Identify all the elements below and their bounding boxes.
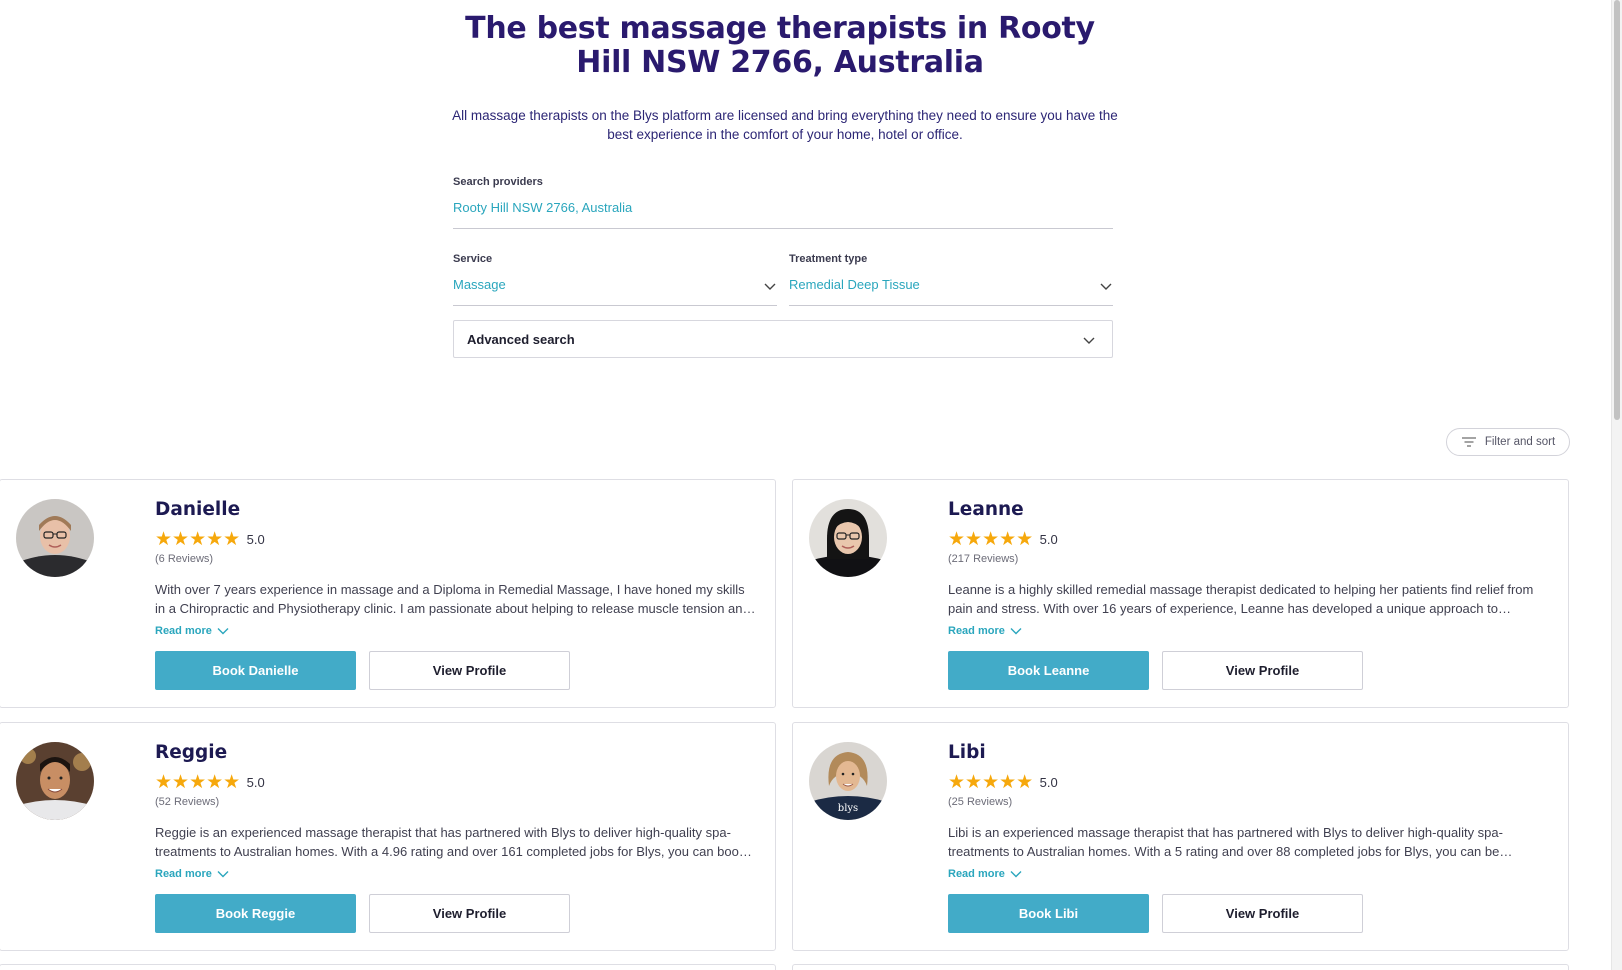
read-more-label: Read more xyxy=(948,625,1005,637)
review-count: (25 Reviews) xyxy=(948,796,1013,808)
page-title: The best massage therapists in Rooty Hil… xyxy=(465,11,1095,80)
scrollbar-thumb[interactable] xyxy=(1614,0,1620,420)
provider-card: blys Libi ★★★★★ 5.0 (25 Reviews) Libi is… xyxy=(792,722,1569,951)
provider-name[interactable]: Reggie xyxy=(155,742,227,763)
star-rating: ★★★★★ 5.0 xyxy=(948,773,1058,792)
rating-value: 5.0 xyxy=(1039,532,1058,547)
read-more-link[interactable]: Read more xyxy=(155,625,229,637)
rating-value: 5.0 xyxy=(246,532,265,547)
chevron-down-icon xyxy=(1083,337,1095,344)
book-button[interactable]: Book Reggie xyxy=(155,894,356,933)
chevron-down-icon[interactable] xyxy=(1099,281,1113,291)
read-more-label: Read more xyxy=(155,625,212,637)
provider-card: Danielle ★★★★★ 5.0 (6 Reviews) With over… xyxy=(0,479,776,708)
book-button[interactable]: Book Leanne xyxy=(948,651,1149,690)
star-icon: ★★★★★ xyxy=(948,772,1034,793)
provider-card-partial xyxy=(0,964,776,970)
provider-description: Libi is an experienced massage therapist… xyxy=(948,825,1503,859)
rating-value: 5.0 xyxy=(246,775,265,790)
read-more-link[interactable]: Read more xyxy=(948,868,1022,880)
star-icon: ★★★★★ xyxy=(155,772,241,793)
star-rating: ★★★★★ 5.0 xyxy=(948,530,1058,549)
provider-card: Reggie ★★★★★ 5.0 (52 Reviews) Reggie is … xyxy=(0,722,776,951)
star-icon: ★★★★★ xyxy=(155,529,241,550)
treatment-type-value[interactable]: Remedial Deep Tissue xyxy=(789,277,1113,297)
avatar[interactable] xyxy=(16,499,94,577)
provider-name[interactable]: Leanne xyxy=(948,499,1024,520)
chevron-down-icon xyxy=(217,871,229,878)
provider-name[interactable]: Libi xyxy=(948,742,986,763)
view-profile-button[interactable]: View Profile xyxy=(369,894,570,933)
view-profile-button[interactable]: View Profile xyxy=(1162,894,1363,933)
rating-value: 5.0 xyxy=(1039,775,1058,790)
read-more-link[interactable]: Read more xyxy=(948,625,1022,637)
book-button[interactable]: Book Libi xyxy=(948,894,1149,933)
review-count: (52 Reviews) xyxy=(155,796,220,808)
provider-description: With over 7 years experience in massage … xyxy=(155,582,750,616)
provider-description: Reggie is an experienced massage therapi… xyxy=(155,825,746,859)
avatar[interactable] xyxy=(809,499,887,577)
avatar[interactable]: blys xyxy=(809,742,887,820)
advanced-search-toggle[interactable]: Advanced search xyxy=(453,320,1113,358)
treatment-type-select[interactable]: Treatment type Remedial Deep Tissue xyxy=(789,253,1113,306)
service-value[interactable]: Massage xyxy=(453,277,777,297)
page-subtitle: All massage therapists on the Blys platf… xyxy=(452,108,1118,142)
advanced-search-label: Advanced search xyxy=(467,332,575,347)
provider-name[interactable]: Danielle xyxy=(155,499,240,520)
provider-card: Leanne ★★★★★ 5.0 (217 Reviews) Leanne is… xyxy=(792,479,1569,708)
search-providers-field[interactable]: Search providers Rooty Hill NSW 2766, Au… xyxy=(453,176,1113,229)
treatment-type-label: Treatment type xyxy=(789,253,868,265)
read-more-label: Read more xyxy=(948,868,1005,880)
read-more-link[interactable]: Read more xyxy=(155,868,229,880)
chevron-down-icon xyxy=(217,628,229,635)
service-select[interactable]: Service Massage xyxy=(453,253,777,306)
star-icon: ★★★★★ xyxy=(948,529,1034,550)
search-form: Search providers Rooty Hill NSW 2766, Au… xyxy=(453,176,1113,358)
view-profile-button[interactable]: View Profile xyxy=(369,651,570,690)
read-more-label: Read more xyxy=(155,868,212,880)
star-rating: ★★★★★ 5.0 xyxy=(155,530,265,549)
scrollbar[interactable] xyxy=(1611,0,1622,970)
search-providers-label: Search providers xyxy=(453,176,543,188)
search-providers-input[interactable]: Rooty Hill NSW 2766, Australia xyxy=(453,200,1113,220)
filter-lines-icon xyxy=(1461,437,1476,447)
service-label: Service xyxy=(453,253,493,265)
filter-and-sort-label: Filter and sort xyxy=(1484,436,1556,448)
avatar[interactable] xyxy=(16,742,94,820)
brand-shirt-logo: blys xyxy=(838,803,858,814)
view-profile-button[interactable]: View Profile xyxy=(1162,651,1363,690)
hero: The best massage therapists in Rooty Hil… xyxy=(450,11,1118,144)
review-count: (6 Reviews) xyxy=(155,553,214,565)
provider-description: Leanne is a highly skilled remedial mass… xyxy=(948,582,1534,616)
chevron-down-icon xyxy=(1010,628,1022,635)
provider-card-partial xyxy=(792,964,1569,970)
book-button[interactable]: Book Danielle xyxy=(155,651,356,690)
star-rating: ★★★★★ 5.0 xyxy=(155,773,265,792)
review-count: (217 Reviews) xyxy=(948,553,1019,565)
chevron-down-icon[interactable] xyxy=(763,281,777,291)
chevron-down-icon xyxy=(1010,871,1022,878)
filter-and-sort-button[interactable]: Filter and sort xyxy=(1446,428,1570,456)
page: The best massage therapists in Rooty Hil… xyxy=(0,0,1612,970)
